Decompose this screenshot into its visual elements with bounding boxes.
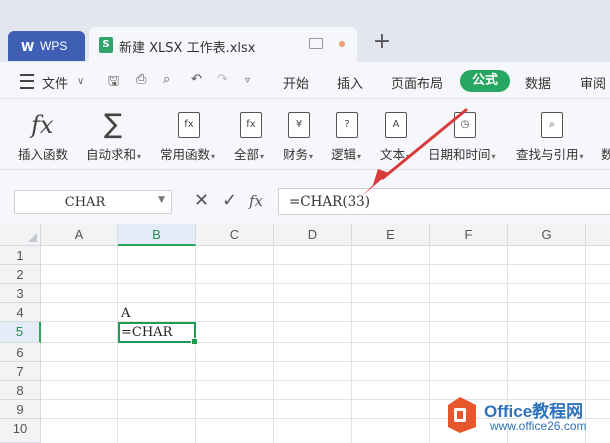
row-header-6[interactable]: 6 [0, 343, 41, 362]
common-functions-label: 常用函数▾ [160, 147, 216, 162]
watermark-url: www.office26.com [490, 419, 587, 433]
fx-icon: fx [31, 111, 54, 139]
menu-bar: 文件 ∨ 🖫 ⎙ ⌕ ↶ ↷ ▿ 开始 插入 页面布局 公式 数据 审阅 [0, 62, 610, 99]
cancel-icon[interactable]: ✕ [194, 190, 209, 211]
formulas-ribbon: fx 插入函数 ∑ 自动求和▾ fx 常用函数▾ fx 全部▾ ¥ 财务▾ ? … [0, 99, 610, 170]
wps-app-tab[interactable]: W WPS [8, 31, 85, 61]
name-box[interactable]: CHAR ▼ [14, 190, 172, 214]
hamburger-menu-icon[interactable] [20, 74, 34, 89]
tab-review[interactable]: 审阅 [580, 73, 606, 92]
datetime-label: 日期和时间▾ [428, 147, 496, 162]
row-header-7[interactable]: 7 [0, 362, 41, 381]
print-preview-icon[interactable]: ⌕ [163, 72, 170, 87]
column-header-d[interactable]: D [274, 224, 352, 246]
spreadsheet-icon: S [99, 37, 113, 53]
row-header-5[interactable]: 5 [0, 322, 41, 343]
tab-insert[interactable]: 插入 [337, 73, 363, 92]
row-header-1[interactable]: 1 [0, 246, 41, 265]
sigma-icon: ∑ [104, 109, 123, 140]
office-logo-icon [448, 397, 476, 433]
monitor-icon[interactable] [309, 38, 323, 49]
tab-formulas[interactable]: 公式 [460, 70, 510, 92]
insert-function-label: 插入函数 [18, 147, 69, 162]
watermark: Office教程网 www.office26.com [442, 393, 610, 443]
print-icon[interactable]: ⎙ [136, 72, 146, 87]
tab-page-layout[interactable]: 页面布局 [391, 73, 443, 92]
active-cell-b5[interactable]: =CHAR [118, 322, 198, 345]
tab-start[interactable]: 开始 [283, 73, 309, 92]
column-header-a[interactable]: A [41, 224, 118, 246]
column-header-f[interactable]: F [430, 224, 508, 246]
wps-logo-icon: W [21, 40, 35, 54]
formula-input-value: =CHAR(33) [289, 194, 371, 210]
cell-b5-editing: =CHAR [121, 325, 173, 340]
autosum-label: 自动求和▾ [86, 147, 142, 162]
finance-icon: ¥ [288, 112, 310, 138]
all-functions-label: 全部▾ [234, 147, 265, 162]
cell-b4[interactable]: A [121, 306, 130, 321]
insert-function-fx-icon[interactable]: fx [249, 192, 263, 210]
new-tab-button[interactable]: + [370, 30, 394, 54]
row-header-10[interactable]: 10 [0, 419, 41, 443]
column-header-b[interactable]: B [118, 224, 196, 246]
logic-icon: ? [336, 112, 358, 138]
tab-data[interactable]: 数据 [525, 73, 551, 92]
name-box-dropdown-icon[interactable]: ▼ [158, 195, 165, 205]
name-box-value: CHAR [64, 195, 106, 210]
row-header-2[interactable]: 2 [0, 265, 41, 284]
confirm-icon[interactable]: ✓ [222, 190, 237, 211]
column-header-overflow[interactable] [586, 224, 610, 246]
title-bar: W WPS S 新建 XLSX 工作表.xlsx + [0, 0, 610, 62]
row-header-4[interactable]: 4 [0, 303, 41, 322]
row-header-8[interactable]: 8 [0, 381, 41, 400]
column-header-c[interactable]: C [196, 224, 274, 246]
datetime-icon: ◷ [454, 112, 476, 138]
text-icon: A [385, 112, 407, 138]
quick-access-dropdown-icon[interactable]: ▿ [245, 75, 250, 86]
unsaved-dot-icon [339, 41, 345, 47]
lookup-label: 查找与引用▾ [516, 147, 584, 162]
finance-label: 财务▾ [283, 147, 314, 162]
select-all-corner[interactable] [0, 224, 41, 246]
document-tab-title: 新建 XLSX 工作表.xlsx [119, 41, 256, 56]
common-functions-icon: fx [178, 112, 200, 138]
chevron-down-icon[interactable]: ∨ [77, 76, 84, 87]
redo-icon[interactable]: ↷ [217, 72, 228, 87]
column-header-g[interactable]: G [508, 224, 586, 246]
lookup-icon: ⌕ [541, 112, 563, 138]
save-icon[interactable]: 🖫 [108, 72, 119, 94]
text-functions-label: 文本▾ [380, 147, 411, 162]
formula-input[interactable]: =CHAR(33) [278, 188, 610, 215]
logic-label: 逻辑▾ [331, 147, 362, 162]
file-menu[interactable]: 文件 [42, 73, 68, 92]
document-tab[interactable]: S 新建 XLSX 工作表.xlsx [89, 27, 357, 62]
column-header-e[interactable]: E [352, 224, 430, 246]
math-label: 数 [601, 147, 610, 162]
row-header-9[interactable]: 9 [0, 400, 41, 419]
all-functions-icon: fx [240, 112, 262, 138]
row-header-3[interactable]: 3 [0, 284, 41, 303]
wps-tab-label: WPS [40, 39, 68, 53]
undo-icon[interactable]: ↶ [191, 72, 202, 87]
